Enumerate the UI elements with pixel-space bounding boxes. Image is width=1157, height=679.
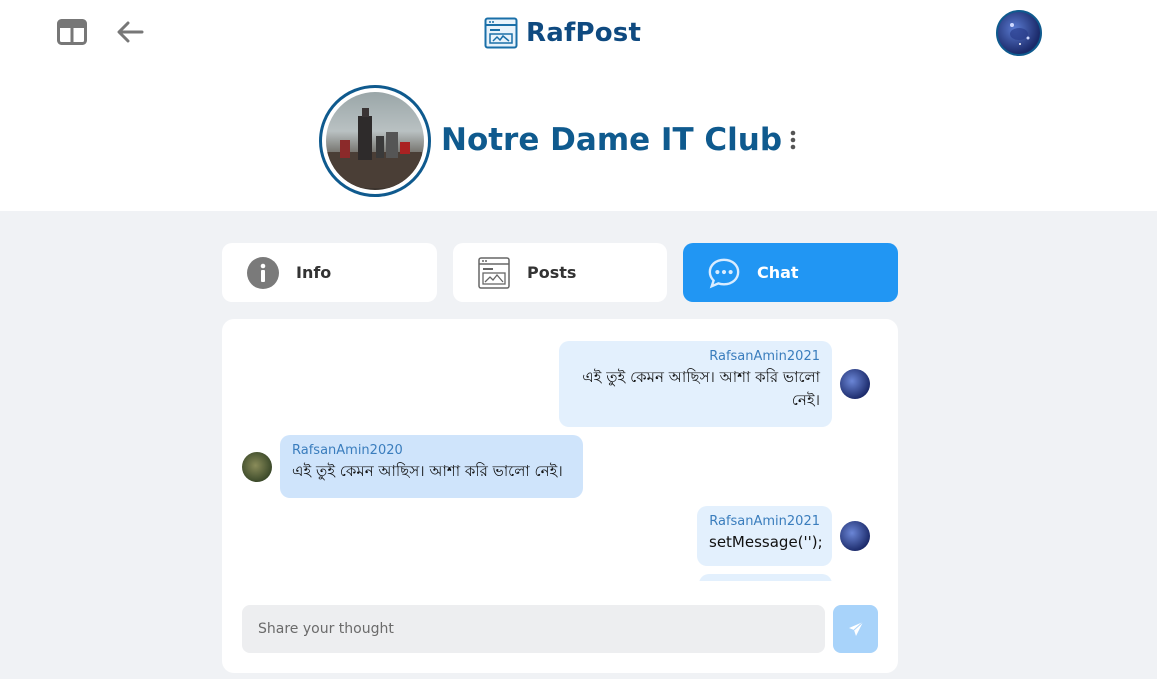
avatar-image-icon (1010, 23, 1030, 45)
panel-toggle-button[interactable] (56, 16, 88, 48)
group-title: Notre Dame IT Club (441, 122, 783, 158)
message-text: এই তুই কেমন আছিস। আশা করি ভালো নেই। (292, 462, 563, 480)
arrow-left-icon (117, 21, 144, 43)
tab-chat[interactable]: Chat (683, 243, 898, 302)
send-icon (848, 621, 863, 636)
header-area: RafPost Notre Dame IT Club (0, 0, 1157, 211)
message-text: এই তুই কেমন আছিস। আশা করি ভালো নেই। (582, 368, 820, 409)
group-photo (326, 92, 424, 190)
tab-posts[interactable]: Posts (453, 243, 667, 302)
user-avatar[interactable] (996, 10, 1042, 56)
info-icon (246, 256, 280, 290)
message-bubble: RafsanAmin2021 setMessage(''); (697, 506, 832, 566)
panel-icon (57, 19, 87, 45)
more-vertical-icon (790, 130, 796, 150)
group-avatar[interactable] (319, 85, 431, 197)
message-avatar[interactable] (242, 452, 272, 482)
message-input[interactable] (242, 605, 825, 653)
message-avatar[interactable] (840, 369, 870, 399)
message-avatar[interactable] (840, 521, 870, 551)
message-bubble-partial (699, 574, 832, 581)
message-list[interactable]: RafsanAmin2021 এই তুই কেমন আছিস। আশা করি… (222, 319, 898, 581)
app-name: RafPost (526, 18, 642, 48)
back-button[interactable] (114, 16, 146, 48)
brand-logo[interactable]: RafPost (484, 15, 641, 51)
message-text: setMessage(''); (709, 533, 823, 551)
tab-chat-label: Chat (757, 263, 799, 282)
tab-info[interactable]: Info (222, 243, 437, 302)
group-photo-icon (326, 108, 422, 188)
chat-icon (707, 256, 741, 290)
tab-posts-label: Posts (527, 263, 577, 282)
message-author[interactable]: RafsanAmin2020 (292, 443, 571, 459)
message-bubble: RafsanAmin2020 এই তুই কেমন আছিস। আশা করি… (280, 435, 583, 498)
chat-panel: RafsanAmin2021 এই তুই কেমন আছিস। আশা করি… (222, 319, 898, 673)
rafpost-logo-icon (484, 17, 518, 49)
message-author[interactable]: RafsanAmin2021 (571, 349, 820, 365)
tab-info-label: Info (296, 263, 332, 282)
more-options-button[interactable] (784, 128, 802, 152)
message-bubble: RafsanAmin2021 এই তুই কেমন আছিস। আশা করি… (559, 341, 832, 427)
posts-icon (477, 256, 511, 290)
message-author[interactable]: RafsanAmin2021 (709, 514, 820, 530)
send-button[interactable] (833, 605, 878, 653)
